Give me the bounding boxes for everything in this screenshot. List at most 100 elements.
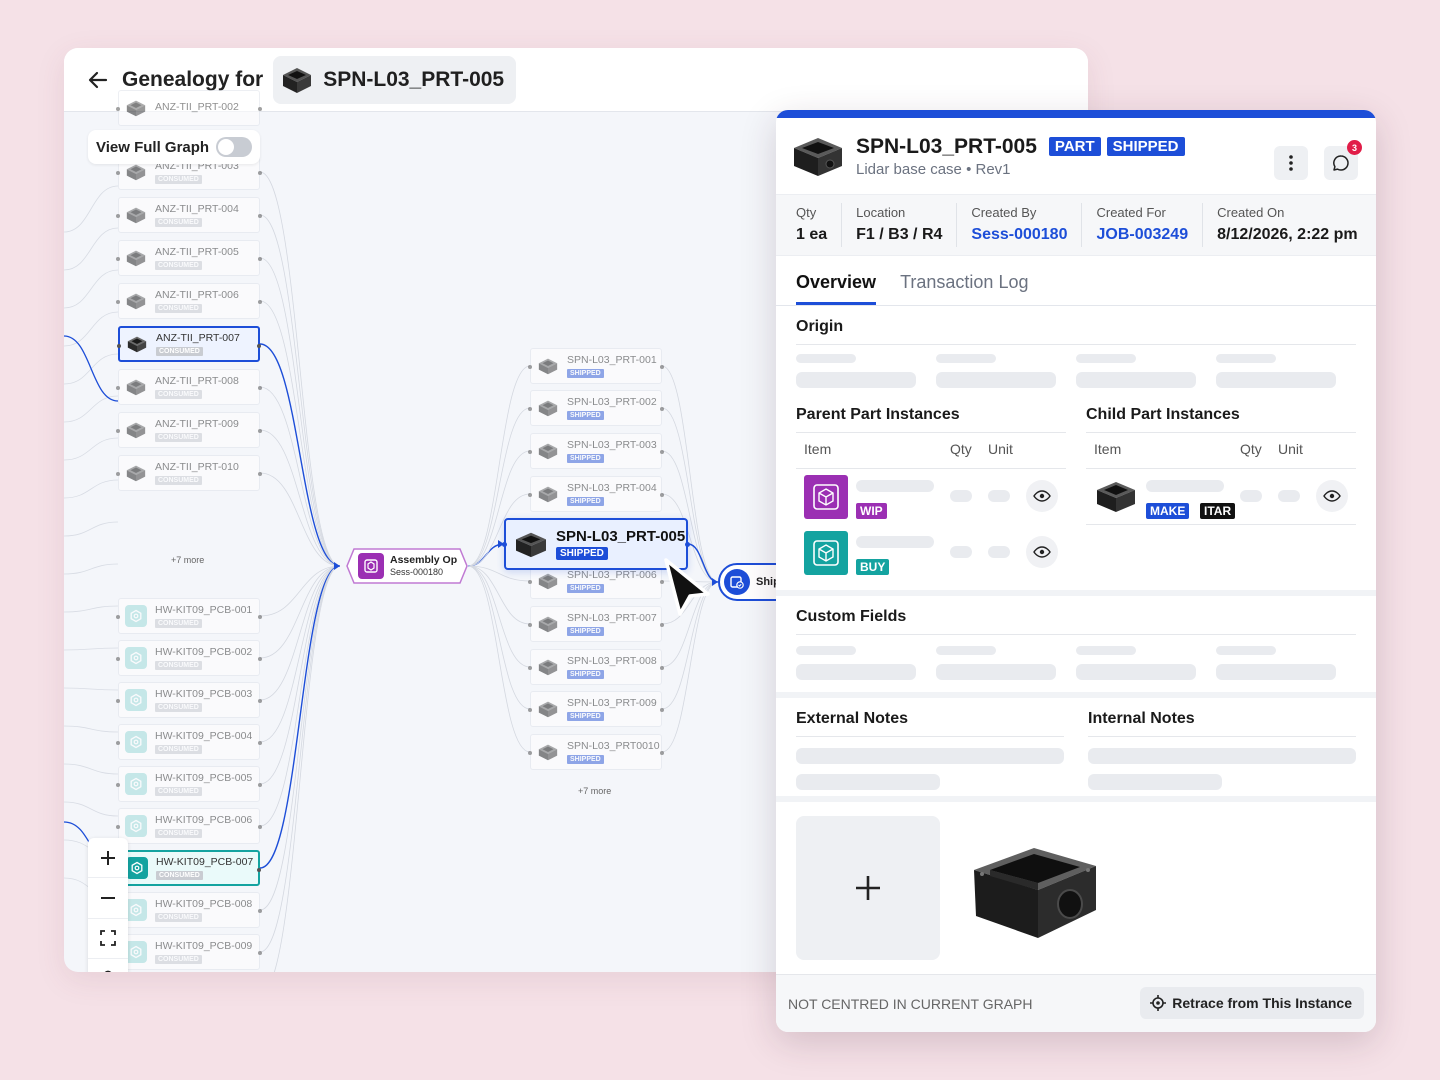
origin-section: Origin Parent Part Instances Item Qty Un…	[776, 306, 1376, 596]
node-anz-tii_prt-005[interactable]: ANZ-TII_PRT-005 CONSUMED	[116, 240, 262, 276]
tab-overview[interactable]: Overview	[796, 256, 877, 305]
fit-view-button[interactable]	[88, 919, 128, 959]
node-spn-l03_prt-003[interactable]: SPN-L03_PRT-003 SHIPPED	[528, 433, 664, 469]
skeleton	[856, 480, 934, 492]
node-label: ANZ-TII_PRT-004	[155, 203, 239, 215]
node-hw-kit09_pcb-008[interactable]: HW-KIT09_PCB-008 CONSUMED	[116, 892, 262, 928]
skeleton	[796, 748, 1064, 764]
focused-part-name: SPN-L03_PRT-005	[556, 528, 686, 545]
node-hw-kit09_pcb-004[interactable]: HW-KIT09_PCB-004 CONSUMED	[116, 724, 262, 760]
lock-button[interactable]	[88, 959, 128, 972]
meta-label: Created On	[1217, 205, 1285, 220]
node-spn-l03_prt-002[interactable]: SPN-L03_PRT-002 SHIPPED	[528, 390, 664, 426]
child-instances-heading: Child Part Instances	[1086, 406, 1356, 433]
node-label: ANZ-TII_PRT-010	[155, 461, 239, 473]
part-chip[interactable]: SPN-L03_PRT-005	[273, 55, 517, 104]
graph-edge	[467, 565, 531, 668]
node-spn-l03_prt-001[interactable]: SPN-L03_PRT-001 SHIPPED	[528, 348, 664, 384]
node-hw-kit09_pcb-002[interactable]: HW-KIT09_PCB-002 CONSUMED	[116, 640, 262, 676]
node-label: SPN-L03_PRT0010	[567, 740, 660, 752]
graph-edge	[467, 565, 531, 753]
node-spn-l03_prt-008[interactable]: SPN-L03_PRT-008 SHIPPED	[528, 649, 664, 685]
node-anz-tii_prt-007[interactable]: ANZ-TII_PRT-007 CONSUMED	[117, 326, 261, 362]
status-badge: SHIPPED	[567, 755, 604, 764]
node-hw-kit09_pcb-005[interactable]: HW-KIT09_PCB-005 CONSUMED	[116, 766, 262, 802]
add-image-button[interactable]	[796, 816, 940, 960]
more-options-button[interactable]	[1274, 146, 1308, 180]
tab-transaction-log[interactable]: Transaction Log	[900, 256, 1028, 305]
retrace-button[interactable]: Retrace from This Instance	[1140, 987, 1364, 1019]
part-box-icon	[126, 333, 148, 355]
graph-edge	[64, 395, 119, 423]
pcb-chip-icon	[126, 857, 148, 879]
skeleton	[1076, 372, 1196, 388]
graph-centering-note: NOT CENTRED IN CURRENT GRAPH	[788, 995, 1033, 1012]
outputs-more-link[interactable]: +7 more	[578, 786, 611, 796]
wip-tag: WIP	[856, 503, 887, 519]
node-hw-kit09_pcb-009[interactable]: HW-KIT09_PCB-009 CONSUMED	[116, 934, 262, 970]
meta-label: Location	[856, 205, 906, 220]
part-chip-label: SPN-L03_PRT-005	[323, 67, 505, 91]
part-box-icon	[537, 440, 559, 462]
view-parent-item-2-button[interactable]	[1026, 536, 1058, 568]
chat-icon	[1333, 155, 1349, 171]
comments-button[interactable]: 3	[1324, 140, 1362, 180]
node-hw-kit09_pcb-003[interactable]: HW-KIT09_PCB-003 CONSUMED	[116, 682, 262, 718]
parent-col-qty: Qty	[950, 441, 972, 457]
pcb-chip-icon	[125, 605, 147, 627]
zoom-out-button[interactable]	[88, 878, 128, 919]
meta-value[interactable]: JOB-003249	[1096, 226, 1188, 244]
status-badge: CONSUMED	[155, 476, 202, 485]
target-icon	[1150, 995, 1167, 1011]
assembly-op-node[interactable]: Assembly Op Sess-000180	[346, 548, 468, 584]
node-anz-tii_prt-008[interactable]: ANZ-TII_PRT-008 CONSUMED	[116, 369, 262, 405]
back-arrow-icon[interactable]	[86, 68, 110, 92]
skeleton	[1216, 664, 1336, 680]
zoom-in-button[interactable]	[88, 838, 128, 879]
node-anz-tii_prt-004[interactable]: ANZ-TII_PRT-004 CONSUMED	[116, 197, 262, 233]
node-spn-l03_prt-009[interactable]: SPN-L03_PRT-009 SHIPPED	[528, 691, 664, 727]
meta-value: F1 / B3 / R4	[856, 226, 943, 243]
status-badge: CONSUMED	[155, 661, 202, 670]
node-anz-tii_prt-010[interactable]: ANZ-TII_PRT-010 CONSUMED	[116, 455, 262, 491]
view-child-item-button[interactable]	[1316, 480, 1348, 512]
edge-arrowhead	[334, 562, 340, 570]
node-hw-kit09_pcb-006[interactable]: HW-KIT09_PCB-006 CONSUMED	[116, 808, 262, 844]
meta-label: Qty	[796, 205, 817, 220]
node-spn-l03_prt-007[interactable]: SPN-L03_PRT-007 SHIPPED	[528, 606, 664, 642]
parent-instances-heading: Parent Part Instances	[796, 406, 1066, 433]
meta-value[interactable]: Sess-000180	[971, 226, 1067, 244]
part-box-icon	[125, 97, 147, 119]
node-anz-tii_prt-006[interactable]: ANZ-TII_PRT-006 CONSUMED	[116, 283, 262, 319]
node-spn-l03_prt0010[interactable]: SPN-L03_PRT0010 SHIPPED	[528, 734, 664, 770]
status-badge: CONSUMED	[155, 955, 202, 964]
node-anz-tii_prt-009[interactable]: ANZ-TII_PRT-009 CONSUMED	[116, 412, 262, 448]
origin-heading: Origin	[796, 318, 1356, 345]
status-badge: SHIPPED	[567, 454, 604, 463]
status-badge: SHIPPED	[567, 627, 604, 636]
skeleton	[1216, 372, 1336, 388]
eye-icon	[1033, 490, 1051, 502]
status-badge: CONSUMED	[155, 218, 202, 227]
view-parent-item-1-button[interactable]	[1026, 480, 1058, 512]
graph-edge	[259, 429, 341, 567]
node-label: ANZ-TII_PRT-005	[155, 246, 239, 258]
graph-edge	[259, 300, 341, 567]
view-full-graph-toggle[interactable]	[216, 137, 252, 157]
node-spn-l03_prt-004[interactable]: SPN-L03_PRT-004 SHIPPED	[528, 476, 664, 512]
node-hw-kit09_pcb-001[interactable]: HW-KIT09_PCB-001 CONSUMED	[116, 598, 262, 634]
meta-location: Location F1 / B3 / R4	[856, 203, 958, 247]
node-label: ANZ-TII_PRT-007	[156, 332, 240, 344]
node-hw-kit09_pcb-007[interactable]: HW-KIT09_PCB-007 CONSUMED	[117, 850, 261, 886]
skeleton	[796, 774, 940, 790]
skeleton	[936, 646, 996, 655]
node-label: ANZ-TII_PRT-009	[155, 418, 239, 430]
child-col-qty: Qty	[1240, 441, 1262, 457]
notes-section: External Notes Internal Notes	[776, 704, 1376, 802]
meta-row: Qty 1 ea Location F1 / B3 / R4 Created By Ses…	[776, 194, 1376, 256]
status-badge: CONSUMED	[155, 433, 202, 442]
status-badge: CONSUMED	[155, 703, 202, 712]
node-label: SPN-L03_PRT-009	[567, 697, 657, 709]
node-anz-tii-prt-002[interactable]: ANZ-TII_PRT-002	[116, 90, 262, 126]
anz-more-link[interactable]: +7 more	[171, 555, 204, 565]
